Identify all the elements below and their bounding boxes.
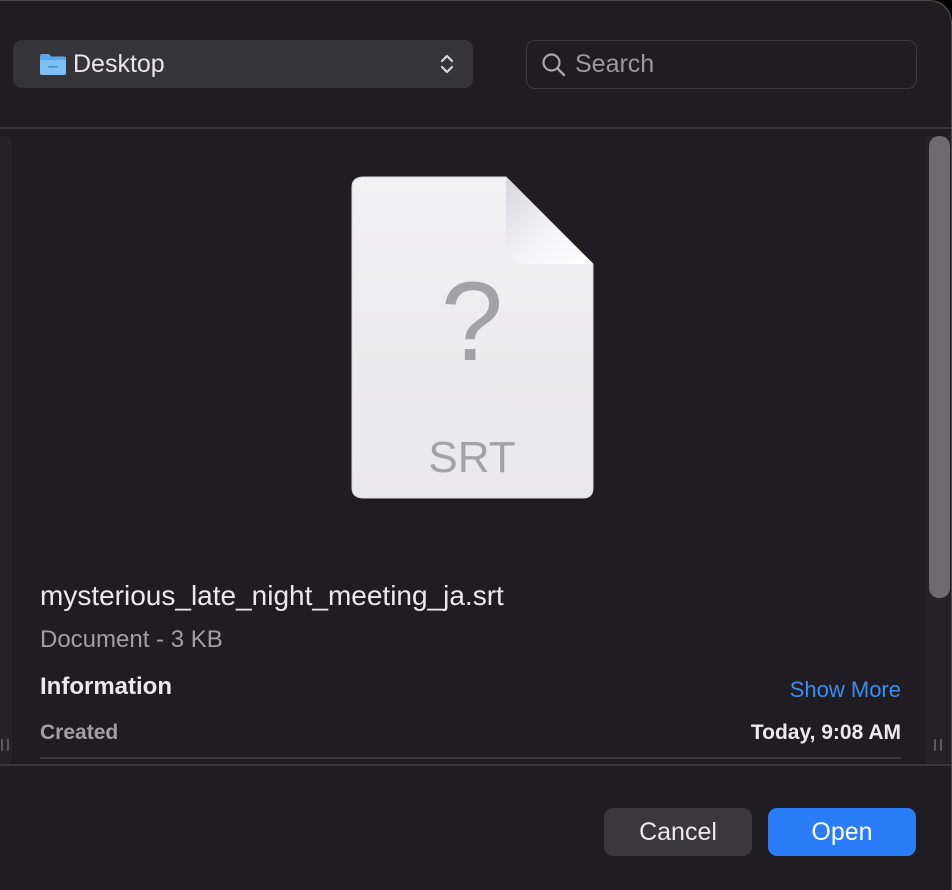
column-resize-handle-left[interactable] [1,739,9,751]
open-file-dialog: Desktop Search ? SRT mysterious_late_nig… [0,0,952,890]
file-kind: Document - 3 KB [40,626,223,653]
info-divider [40,757,901,759]
cancel-button[interactable]: Cancel [604,808,752,856]
svg-text:?: ? [441,259,503,384]
information-heading: Information [40,673,172,700]
updown-chevron-icon [440,54,454,74]
toolbar-divider [0,127,952,129]
scrollbar-thumb[interactable] [929,136,950,598]
file-name: mysterious_late_night_meeting_ja.srt [40,580,504,611]
location-popup-button[interactable]: Desktop [13,40,473,88]
file-type-label: SRT [428,433,515,482]
search-field[interactable] [526,40,917,89]
search-icon [542,53,566,77]
previous-column[interactable] [0,136,12,764]
created-value: Today, 9:08 AM [750,721,901,744]
open-button[interactable]: Open [768,808,916,856]
footer-divider [0,764,952,766]
location-label: Desktop [73,50,165,78]
created-label: Created [40,721,119,744]
show-more-link[interactable]: Show More [790,677,901,703]
column-resize-handle-right[interactable] [934,739,942,751]
folder-icon [40,54,66,75]
search-input[interactable] [575,41,895,88]
document-unknown-icon: ? SRT [351,176,594,499]
